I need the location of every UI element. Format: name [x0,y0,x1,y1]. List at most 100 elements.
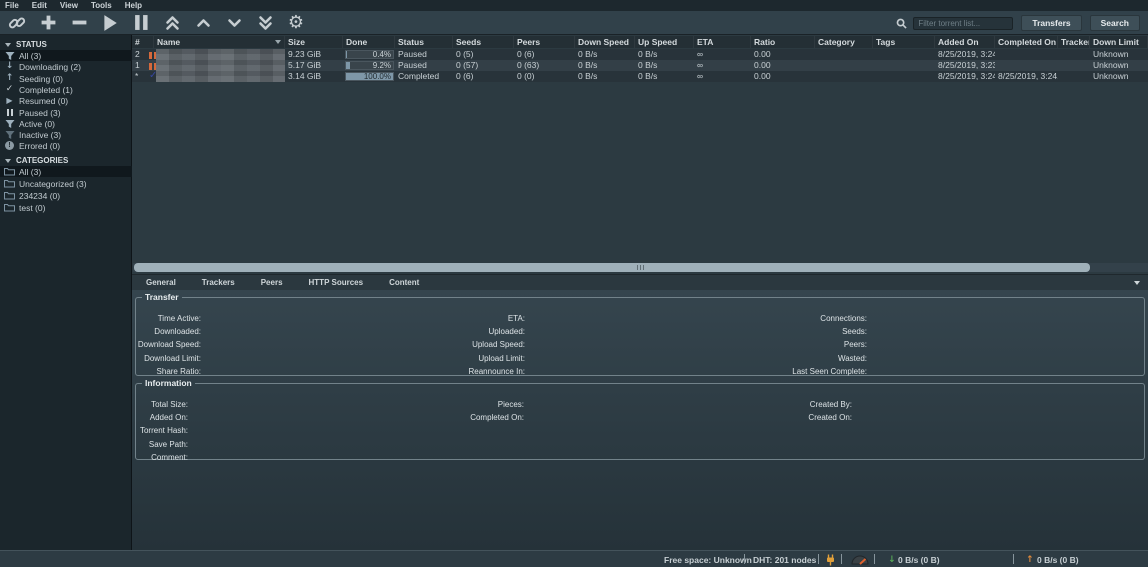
cell-seeds: 0 (5) [453,49,514,60]
menu-file[interactable]: File [5,1,19,10]
remove-icon[interactable] [68,13,90,33]
resume-icon[interactable] [99,13,121,33]
menu-tools[interactable]: Tools [91,1,112,10]
sidebar-item-paused[interactable]: Paused (3) [0,107,132,118]
sidebar-category-all[interactable]: All (3) [0,166,132,177]
transfer-col1: Time Active: Downloaded: Download Speed:… [136,312,201,378]
sidebar-category-234234[interactable]: 234234 (0) [0,190,132,201]
cell-eta: ∞ [694,60,751,71]
qbittorrent-window: File Edit View Tools Help [0,0,1148,567]
cell-up-speed: 0 B/s [635,71,694,82]
transfer-col2: ETA: Uploaded: Upload Speed: Upload Limi… [376,312,525,378]
tab-content[interactable]: Content [389,278,419,287]
cell-added-on: 8/25/2019, 3:24... [935,49,995,60]
col-tracker[interactable]: Tracker [1058,36,1090,48]
cell-down-speed: 0 B/s [575,60,635,71]
label-eta: ETA: [376,312,525,325]
label-created-by: Created By: [706,398,852,411]
filter-area [896,17,1013,30]
cell-seeds: 0 (6) [453,71,514,82]
information-col3: Created By: Created On: [706,398,852,424]
torrent-name-redacted [156,49,285,60]
menu-view[interactable]: View [60,1,78,10]
col-name[interactable]: Name [154,36,285,48]
tab-peers[interactable]: Peers [261,278,283,287]
col-added-on[interactable]: Added On [935,36,995,48]
move-bottom-icon[interactable] [254,13,276,33]
move-up-icon[interactable] [192,13,214,33]
tab-trackers[interactable]: Trackers [202,278,235,287]
col-completed-on[interactable]: Completed On [995,36,1058,48]
sidebar-item-downloading[interactable]: ↓ Downloading (2) [0,61,132,72]
torrent-name-redacted [156,60,285,71]
information-col2: Pieces: Completed On: [376,398,524,424]
general-tab-panel: Transfer Time Active: Downloaded: Downlo… [132,290,1148,550]
add-icon[interactable] [37,13,59,33]
tab-general[interactable]: General [146,278,176,287]
sidebar-item-errored[interactable]: ! Errored (0) [0,140,132,151]
cell-ratio: 0.00 [751,49,815,60]
col-seeds[interactable]: Seeds [453,36,514,48]
sidebar-item-inactive[interactable]: Inactive (3) [0,129,132,140]
sidebar-item-all[interactable]: All (3) [0,50,132,61]
categories-section-header[interactable]: CATEGORIES [0,155,132,166]
move-down-icon[interactable] [223,13,245,33]
col-number[interactable]: # [132,36,154,48]
label-save-path: Save Path: [136,438,188,451]
col-down-speed[interactable]: Down Speed [575,36,635,48]
folder-icon [4,191,15,200]
label-wasted: Wasted: [718,352,867,365]
folder-icon [4,203,15,212]
col-tags[interactable]: Tags [873,36,935,48]
tab-overflow-caret-icon[interactable] [1134,281,1140,285]
col-down-limit[interactable]: Down Limit [1090,36,1148,48]
move-top-icon[interactable] [161,13,183,33]
table-row[interactable]: * ✓ 3.14 GiB 100.0% Completed 0 (6) 0 (0… [132,71,1148,82]
col-peers[interactable]: Peers [514,36,575,48]
cell-status: Paused [395,60,453,71]
label-peers: Peers: [718,338,867,351]
label-share-ratio: Share Ratio: [136,365,201,378]
tab-search[interactable]: Search [1090,15,1140,31]
sidebar-item-completed[interactable]: ✓ Completed (1) [0,84,132,95]
free-space-label: Free space: Unknown [664,555,752,565]
table-row[interactable]: 2 9.23 GiB 0.4% Paused 0 (5) 0 (6) 0 B/s… [132,49,1148,60]
collapse-icon [5,159,11,163]
sidebar-item-seeding[interactable]: ↑ Seeding (0) [0,73,132,84]
tab-transfers[interactable]: Transfers [1021,15,1081,31]
error-icon: ! [4,141,15,150]
torrent-table: # Name Size Done Status Seeds Peers Down… [132,35,1148,277]
link-icon[interactable] [6,13,28,33]
sidebar-item-resumed[interactable]: ▶ Resumed (0) [0,95,132,106]
col-category[interactable]: Category [815,36,873,48]
col-done[interactable]: Done [343,36,395,48]
sidebar-category-test[interactable]: test (0) [0,202,132,213]
pause-icon[interactable] [130,13,152,33]
horizontal-scrollbar-thumb[interactable] [134,263,1090,272]
col-eta[interactable]: ETA [694,36,751,48]
menu-edit[interactable]: Edit [32,1,47,10]
label-comment: Comment: [136,451,188,464]
label-upload-limit: Upload Limit: [376,352,525,365]
separator [1013,554,1014,564]
filter-torrent-input[interactable] [913,17,1013,30]
sidebar-category-uncategorized[interactable]: Uncategorized (3) [0,178,132,189]
filter-dim-icon [4,130,15,140]
col-ratio[interactable]: Ratio [751,36,815,48]
menu-help[interactable]: Help [125,1,142,10]
connection-status-icon[interactable] [826,554,835,566]
table-row[interactable]: 1 5.17 GiB 9.2% Paused 0 (57) 0 (63) 0 B… [132,60,1148,71]
col-size[interactable]: Size [285,36,343,48]
tab-http-sources[interactable]: HTTP Sources [309,278,364,287]
options-gear-icon[interactable]: ⚙ [285,13,307,33]
cell-size: 9.23 GiB [285,49,343,60]
col-status[interactable]: Status [395,36,453,48]
down-arrow-icon: ↓ [4,62,15,71]
cell-peers: 0 (63) [514,60,575,71]
speed-gauge-icon[interactable] [851,554,869,565]
col-up-speed[interactable]: Up Speed [635,36,694,48]
status-section-header[interactable]: STATUS [0,39,132,50]
sidebar-item-active[interactable]: Active (0) [0,118,132,129]
horizontal-scrollbar-track[interactable] [133,263,1148,272]
label-download-speed: Download Speed: [136,338,201,351]
